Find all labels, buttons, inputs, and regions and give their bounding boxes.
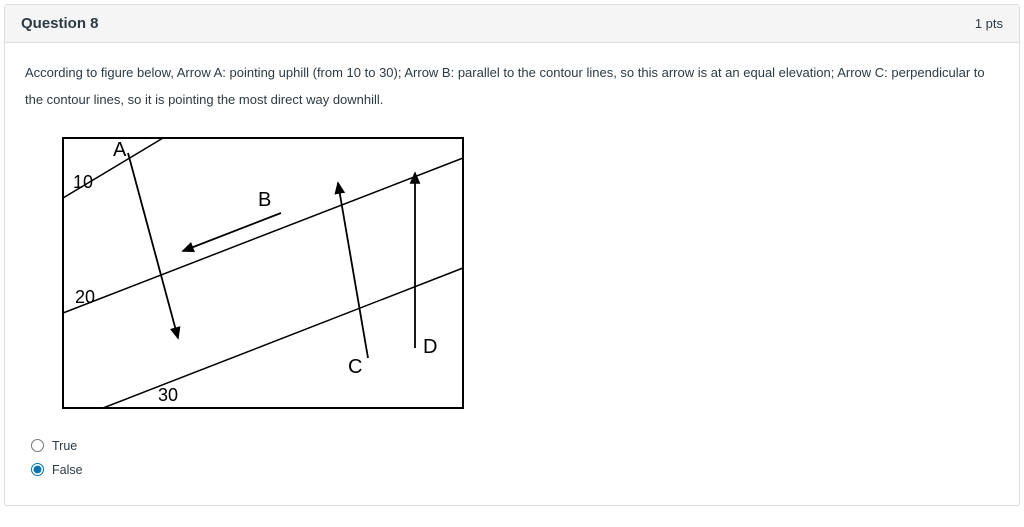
question-card: Question 8 1 pts According to figure bel… <box>4 4 1020 506</box>
answer-list: True False <box>31 439 999 477</box>
label-20: 20 <box>75 287 95 307</box>
radio-false[interactable] <box>31 463 44 476</box>
question-title: Question 8 <box>21 15 99 32</box>
question-body: According to figure below, Arrow A: poin… <box>5 43 1019 505</box>
question-points: 1 pts <box>975 16 1003 31</box>
label-b: B <box>258 189 271 211</box>
label-true[interactable]: True <box>52 439 77 453</box>
contour-figure: 10 20 30 A B C <box>43 128 999 421</box>
label-c: C <box>348 356 362 378</box>
label-30: 30 <box>158 385 178 405</box>
answer-true-row[interactable]: True <box>31 439 999 453</box>
label-false[interactable]: False <box>52 463 83 477</box>
answer-false-row[interactable]: False <box>31 463 999 477</box>
figure-svg: 10 20 30 A B C <box>43 128 473 418</box>
question-text: According to figure below, Arrow A: poin… <box>25 59 999 114</box>
label-d: D <box>423 336 437 358</box>
label-a: A <box>113 139 127 161</box>
question-header: Question 8 1 pts <box>5 5 1019 43</box>
figure-frame <box>63 138 463 408</box>
radio-true[interactable] <box>31 439 44 452</box>
label-10: 10 <box>73 172 93 192</box>
